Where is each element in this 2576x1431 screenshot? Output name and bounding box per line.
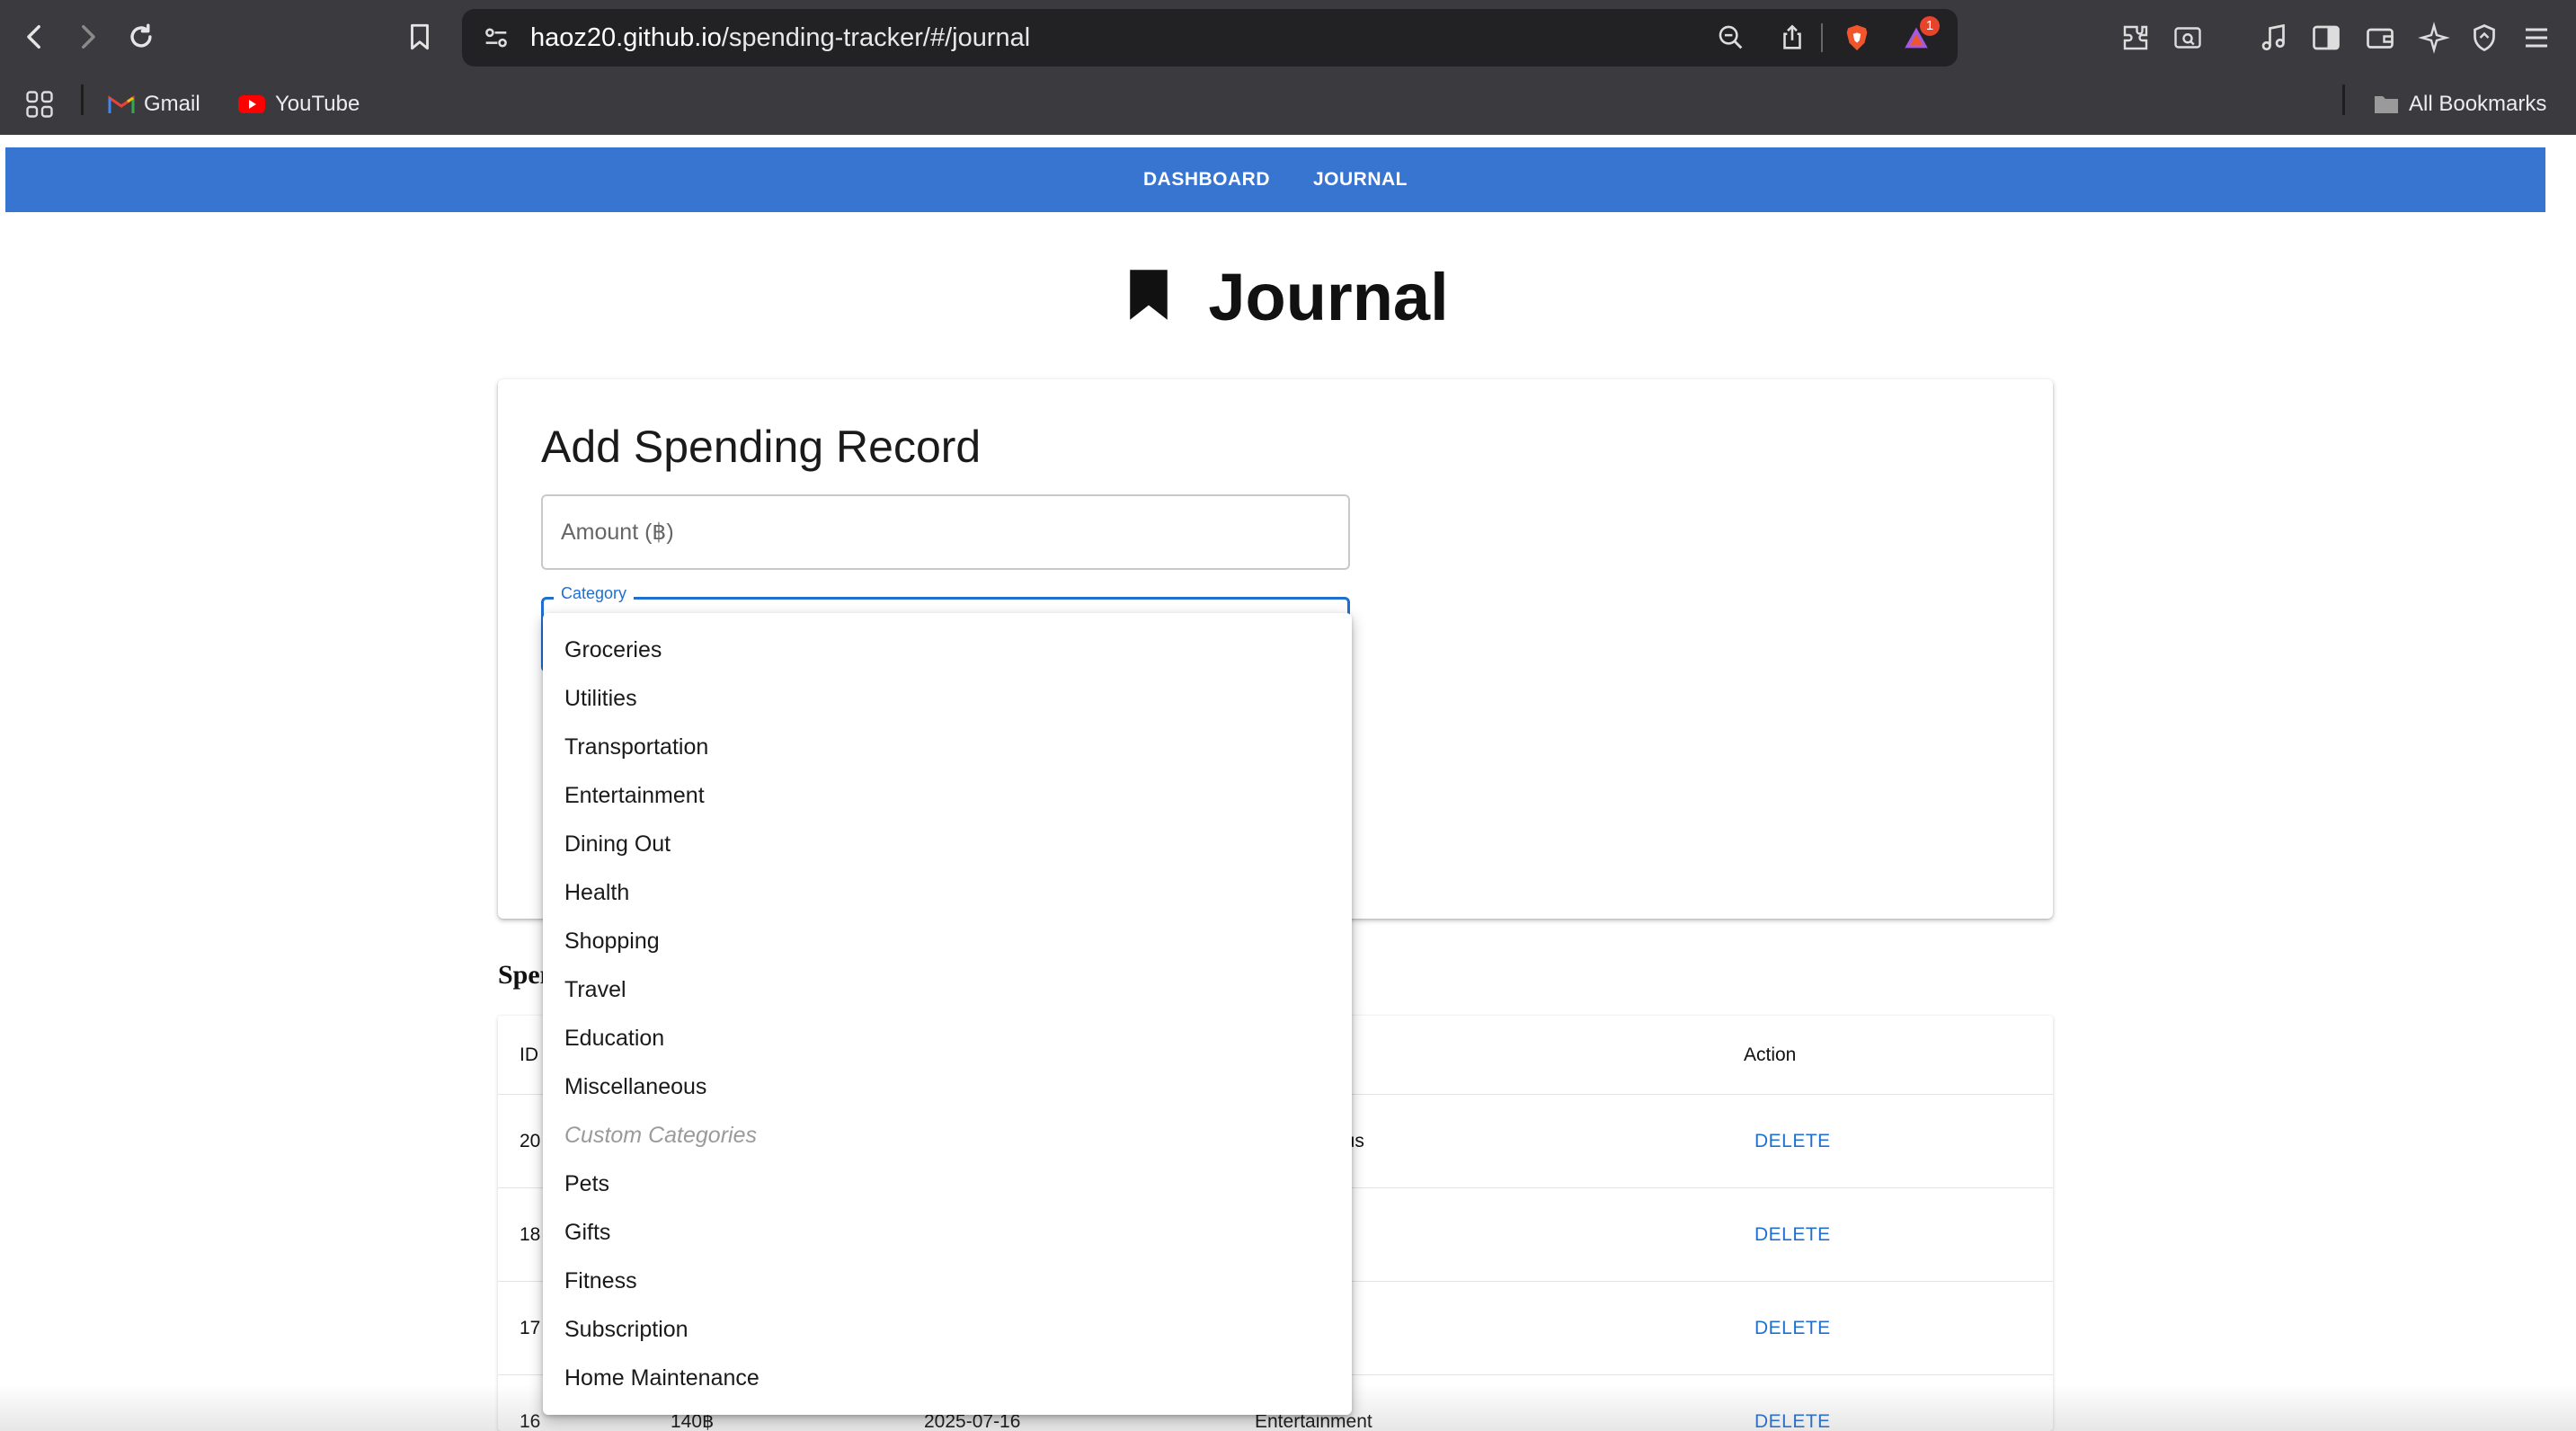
- page-title: Journal: [0, 252, 2576, 342]
- menu-option-health[interactable]: Health: [543, 868, 1352, 917]
- menu-option-travel[interactable]: Travel: [543, 965, 1352, 1014]
- menu-option-fitness[interactable]: Fitness: [543, 1257, 1352, 1305]
- bookmark-label: YouTube: [275, 92, 360, 116]
- forward-button[interactable]: [67, 16, 108, 58]
- menu-icon[interactable]: [2517, 18, 2556, 58]
- menu-option-entertainment[interactable]: Entertainment: [543, 771, 1352, 820]
- all-bookmarks-button[interactable]: All Bookmarks: [2373, 86, 2546, 122]
- site-settings-icon[interactable]: [480, 22, 512, 54]
- reader-mode-icon[interactable]: [2168, 18, 2207, 58]
- delete-button[interactable]: DELETE: [1754, 1282, 1831, 1375]
- url-host: haoz20.github.io: [530, 23, 722, 52]
- amount-placeholder: Amount (฿): [561, 520, 674, 545]
- bookmark-youtube[interactable]: YouTube: [237, 86, 360, 122]
- extensions-icon[interactable]: [2116, 18, 2155, 58]
- vpn-shield-icon[interactable]: [2465, 18, 2504, 58]
- page-heading: Journal: [1208, 259, 1449, 334]
- menu-option-pets[interactable]: Pets: [543, 1160, 1352, 1208]
- share-icon[interactable]: [1776, 22, 1808, 54]
- menu-option-gifts[interactable]: Gifts: [543, 1208, 1352, 1257]
- cell-id: 17: [520, 1318, 541, 1338]
- chevron-right-icon: [82, 24, 95, 49]
- bookmark-outline-icon: [411, 23, 429, 50]
- browser-chrome: haoz20.github.io/spending-tracker/#/jour…: [0, 0, 2576, 135]
- cell-id: 20: [520, 1131, 541, 1151]
- brave-shields-icon[interactable]: [1841, 22, 1873, 54]
- gmail-icon: [108, 95, 135, 113]
- nav-dashboard-link[interactable]: DASHBOARD: [1143, 169, 1270, 191]
- menu-option-education[interactable]: Education: [543, 1014, 1352, 1062]
- folder-icon: [2375, 96, 2398, 113]
- nav-journal-link[interactable]: JOURNAL: [1313, 169, 1408, 191]
- menu-option-miscellaneous[interactable]: Miscellaneous: [543, 1062, 1352, 1111]
- menu-option-subscription[interactable]: Subscription: [543, 1305, 1352, 1354]
- menu-option-home-maintenance[interactable]: Home Maintenance: [543, 1354, 1352, 1402]
- menu-option-shopping[interactable]: Shopping: [543, 917, 1352, 965]
- browser-toolbar: haoz20.github.io/spending-tracker/#/jour…: [0, 0, 2576, 76]
- apps-grid-icon: [26, 91, 53, 118]
- amount-input[interactable]: Amount (฿): [541, 494, 1350, 570]
- page-content: DASHBOARD JOURNAL Journal Add Spending R…: [0, 135, 2576, 1431]
- category-dropdown-menu: Groceries Utilities Transportation Enter…: [543, 613, 1352, 1415]
- url-text[interactable]: haoz20.github.io/spending-tracker/#/jour…: [530, 9, 1030, 67]
- zoom-icon[interactable]: [1715, 22, 1747, 54]
- menu-option-utilities[interactable]: Utilities: [543, 674, 1352, 723]
- menu-subheader-custom: Custom Categories: [564, 1123, 757, 1148]
- category-label: Category: [554, 584, 635, 603]
- header-action: Action: [1744, 1044, 1797, 1065]
- bookmark-separator: [81, 84, 84, 115]
- bookmark-separator: [2342, 84, 2345, 115]
- cell-id: 16: [520, 1411, 541, 1431]
- apps-button[interactable]: [23, 86, 56, 122]
- menu-option-groceries[interactable]: Groceries: [543, 626, 1352, 674]
- header-id: ID: [520, 1044, 538, 1065]
- sidebar-icon[interactable]: [2306, 18, 2346, 58]
- back-button[interactable]: [14, 16, 56, 58]
- reload-icon: [130, 23, 152, 48]
- chevron-left-icon: [27, 24, 40, 49]
- reload-button[interactable]: [120, 16, 162, 58]
- url-divider: [1821, 23, 1823, 52]
- youtube-icon: [238, 95, 265, 113]
- address-bar[interactable]: haoz20.github.io/spending-tracker/#/jour…: [462, 9, 1958, 67]
- menu-option-transportation[interactable]: Transportation: [543, 723, 1352, 771]
- delete-button[interactable]: DELETE: [1754, 1095, 1831, 1188]
- all-bookmarks-label: All Bookmarks: [2409, 92, 2547, 116]
- wallet-icon[interactable]: [2360, 18, 2400, 58]
- music-icon[interactable]: [2254, 18, 2294, 58]
- delete-button[interactable]: DELETE: [1754, 1375, 1831, 1431]
- notification-badge: 1: [1920, 16, 1940, 36]
- menu-option-dining-out[interactable]: Dining Out: [543, 820, 1352, 868]
- leo-ai-icon[interactable]: [2414, 18, 2454, 58]
- bookmark-page-button[interactable]: [399, 16, 440, 58]
- brave-rewards-icon[interactable]: 1: [1900, 16, 1940, 54]
- bookmark-label: Gmail: [144, 92, 200, 116]
- cell-id: 18: [520, 1224, 541, 1245]
- app-navbar: DASHBOARD JOURNAL: [5, 147, 2545, 212]
- delete-button[interactable]: DELETE: [1754, 1188, 1831, 1282]
- bookmarks-bar: Gmail YouTube All Bookmarks: [0, 76, 2576, 135]
- bookmark-icon: [1127, 268, 1170, 326]
- form-heading: Add Spending Record: [541, 422, 982, 472]
- url-path: /spending-tracker/#/journal: [721, 23, 1031, 52]
- bookmark-gmail[interactable]: Gmail: [108, 86, 200, 122]
